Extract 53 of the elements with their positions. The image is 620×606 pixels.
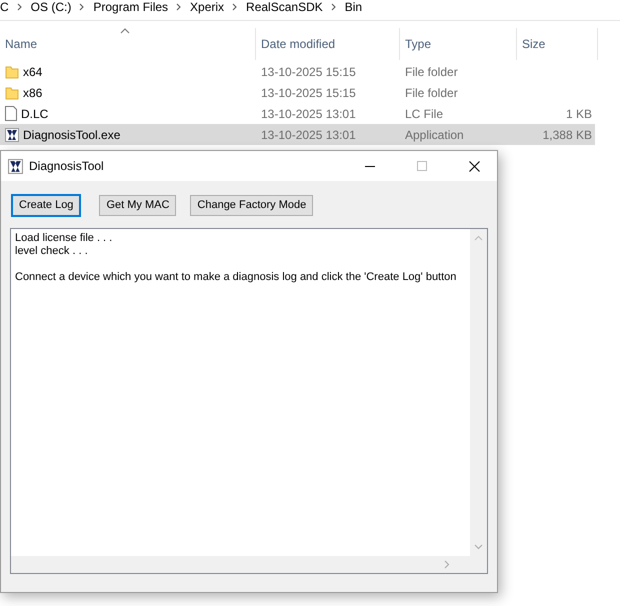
file-row[interactable]: D.LC 13-10-2025 13:01 LC File 1 KB — [0, 103, 595, 124]
column-header[interactable]: Name — [0, 28, 256, 60]
log-box[interactable]: Load license file . . . level check . . . Connect a device which you want to make a diagnosis log and click the 'Create Log' button — [10, 228, 488, 574]
file-row[interactable]: x86 13-10-2025 15:15 File folder — [0, 82, 595, 103]
file-name: DiagnosisTool.exe — [23, 128, 120, 142]
file-type: Application — [405, 128, 464, 142]
file-size: 1,388 KB — [542, 128, 592, 142]
file-date: 13-10-2025 15:15 — [261, 64, 356, 78]
scroll-down-icon[interactable] — [474, 544, 483, 550]
vertical-scrollbar[interactable] — [470, 229, 487, 556]
breadcrumb-item[interactable]: OS (C:) — [30, 0, 72, 14]
dialog-button[interactable]: Get My MAC — [99, 194, 176, 216]
chevron-icon — [176, 3, 182, 11]
log-line: Load license file . . . — [15, 232, 114, 245]
file-row[interactable]: DiagnosisTool.exe 13-10-2025 13:01 Application 1,388 KB — [0, 124, 595, 145]
dialog-button[interactable]: Create Log — [11, 194, 82, 216]
column-header[interactable]: Date modified — [256, 28, 400, 60]
file-name: x86 — [23, 86, 42, 100]
chevron-icon — [232, 3, 238, 11]
app-icon — [8, 158, 23, 174]
file-date: 13-10-2025 13:01 — [261, 128, 356, 142]
file-date: 13-10-2025 13:01 — [261, 106, 356, 120]
file-size: 1 KB — [566, 106, 592, 120]
chevron-icon — [79, 3, 86, 11]
file-date: 13-10-2025 15:15 — [261, 86, 356, 100]
file-type: File folder — [405, 64, 458, 78]
horizontal-scrollbar[interactable] — [11, 556, 470, 573]
scroll-right-icon[interactable] — [444, 560, 450, 569]
chevron-icon — [16, 3, 23, 11]
window-title: DiagnosisTool — [29, 159, 105, 173]
dialog-button[interactable]: Change Factory Mode — [190, 194, 314, 216]
file-type: File folder — [405, 86, 458, 100]
log-line: level check . . . — [15, 245, 89, 258]
file-row[interactable]: x64 13-10-2025 15:15 File folder — [0, 61, 595, 82]
close-icon — [468, 160, 480, 172]
breadcrumb-item[interactable]: Bin — [344, 0, 362, 14]
column-header[interactable]: Size — [517, 28, 598, 60]
breadcrumb-item[interactable]: Xperix — [190, 0, 224, 14]
breadcrumb-item[interactable]: RealScanSDK — [246, 0, 323, 14]
chevron-icon — [330, 3, 337, 11]
maximize-icon — [417, 161, 427, 171]
folder-icon — [5, 86, 19, 100]
file-name: D.LC — [21, 106, 48, 120]
file-name: x64 — [23, 64, 42, 78]
breadcrumb-item[interactable]: C — [0, 0, 9, 14]
breadcrumb-item[interactable]: Program Files — [93, 0, 168, 14]
scroll-up-icon[interactable] — [474, 235, 483, 241]
app-icon — [5, 128, 19, 142]
file-icon — [5, 106, 17, 121]
log-line: Connect a device which you want to make a diagnosis log and click the 'Create Log' button — [15, 271, 458, 284]
file-type: LC File — [405, 106, 444, 120]
column-header[interactable]: Type — [400, 28, 517, 60]
folder-icon — [5, 64, 19, 78]
